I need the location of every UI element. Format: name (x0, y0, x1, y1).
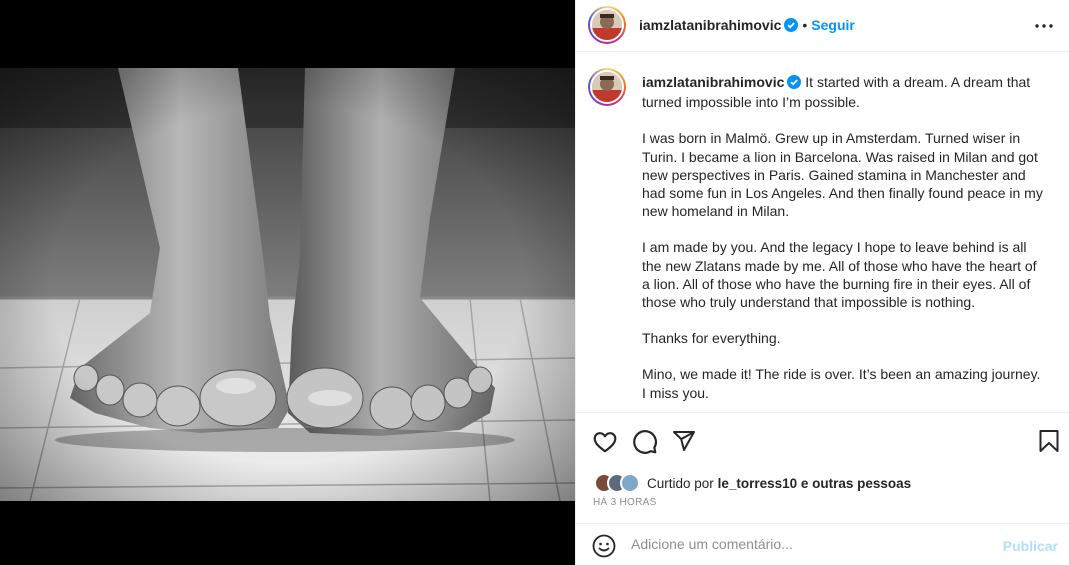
publish-button[interactable]: Publicar (1003, 538, 1058, 554)
more-horizontal-icon[interactable] (1032, 14, 1056, 38)
post-sidebar: iamzlatanibrahimovic • Seguir iamzlatanibr… (575, 0, 1069, 565)
likes-text: Curtido por le_torress10 e outras pessoa… (647, 476, 911, 491)
comment-bar: Publicar (576, 524, 1069, 565)
post-header: iamzlatanibrahimovic • Seguir (576, 0, 1069, 52)
liker-avatar (620, 473, 640, 493)
actions-section: Curtido por le_torress10 e outras pessoa… (576, 414, 1069, 524)
share-icon[interactable] (672, 429, 696, 453)
caption-paragraph: I am made by you. And the legacy I hope … (642, 239, 1037, 311)
caption-username[interactable]: iamzlatanibrahimovic (642, 74, 784, 90)
author-username[interactable]: iamzlatanibrahimovic (639, 17, 781, 33)
caption-text: iamzlatanibrahimovic It started with a d… (642, 73, 1047, 420)
post-photo (0, 68, 575, 501)
caption-author-avatar[interactable] (588, 68, 626, 106)
avatar-image (592, 10, 622, 40)
verified-badge-icon (784, 18, 799, 37)
post-media[interactable] (0, 0, 575, 565)
caption-paragraph: I was born in Malmö. Grew up in Amsterda… (642, 130, 1043, 220)
likes-row[interactable]: Curtido por le_torress10 e outras pessoa… (594, 472, 911, 494)
heart-icon[interactable] (592, 429, 618, 455)
likes-prefix: Curtido por (647, 475, 714, 491)
author-avatar[interactable] (588, 6, 626, 44)
comment-icon[interactable] (632, 429, 658, 455)
emoji-icon[interactable] (592, 534, 616, 558)
caption-section: iamzlatanibrahimovic It started with a d… (576, 53, 1069, 413)
caption-paragraph: Mino, we made it! The ride is over. It’s… (642, 366, 1041, 401)
post-timestamp[interactable]: HÁ 3 HORAS (593, 497, 657, 508)
follow-button[interactable]: Seguir (811, 17, 855, 33)
bookmark-icon[interactable] (1038, 429, 1060, 453)
likes-suffix[interactable]: e outras pessoas (801, 476, 911, 491)
caption-avatar-image (592, 72, 622, 102)
header-separator: • (802, 17, 808, 33)
comment-input[interactable] (631, 536, 971, 552)
caption-paragraph: Thanks for everything. (642, 330, 781, 347)
caption-verified-badge-icon (787, 75, 802, 93)
liker-username[interactable]: le_torress10 (718, 476, 798, 491)
